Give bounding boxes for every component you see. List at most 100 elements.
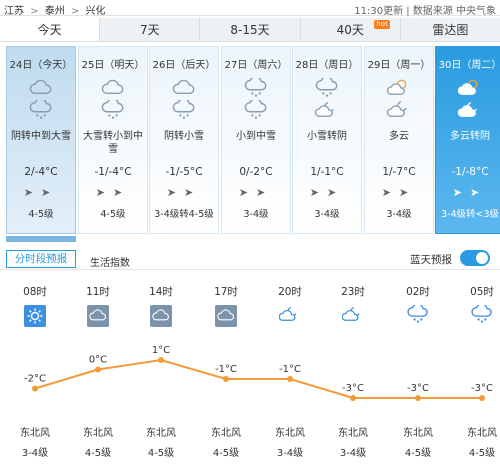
hour-wind-level: 3-4级	[339, 448, 367, 459]
hour-column: 05时	[457, 284, 500, 325]
hour-column: 11时	[73, 284, 123, 327]
hour-wind-direction: 东北风	[338, 428, 368, 439]
day-weather-icon	[28, 78, 54, 98]
temperature-label: 1°C	[152, 345, 170, 356]
hour-time: 14时	[149, 286, 173, 298]
day-date: 26日（后天）	[152, 60, 216, 71]
day-description: 多云转阴	[450, 131, 490, 142]
hour-weather-icon	[24, 305, 46, 327]
hour-wind-direction: 东北风	[467, 428, 497, 439]
day-date: 30日（周二）	[438, 60, 500, 71]
wind-direction-icon: ➤➤	[238, 186, 274, 199]
life-index-tab[interactable]: 生活指数	[90, 254, 130, 269]
day-weather-icon	[171, 78, 197, 98]
temperature-label: -3°C	[471, 383, 493, 394]
tab-40days[interactable]: 40天 hot	[301, 18, 401, 41]
night-weather-icon	[100, 98, 126, 120]
hour-column: 14时	[136, 284, 186, 327]
hour-time: 17时	[214, 286, 238, 298]
day-description: 小雪转阴	[307, 131, 347, 142]
tab-8-15days[interactable]: 8-15天	[200, 18, 301, 41]
tab-label: 雷达图	[432, 23, 469, 37]
day-date: 29日（周一）	[367, 60, 431, 71]
temperature-label: -1°C	[279, 364, 301, 375]
tab-label: 7天	[139, 23, 160, 37]
day-weather-icon	[314, 76, 340, 98]
hour-column: 23时	[328, 284, 378, 325]
hour-wind-level: 4-5级	[468, 448, 496, 459]
day-card[interactable]: 24日（今天） 阴转中到大雪 2/-4°C ➤➤ 4-5级	[6, 46, 76, 234]
day-wind-level: 4-5级	[28, 209, 54, 220]
day-temperature: 1/-1°C	[310, 166, 344, 178]
wind-direction-icon: ➤➤	[309, 186, 345, 199]
temperature-label: -3°C	[407, 383, 429, 394]
sub-tabs: 分时段预报 生活指数 蓝天预报	[0, 246, 500, 270]
breadcrumb-city[interactable]: 泰州	[45, 6, 65, 17]
hour-time: 20时	[278, 286, 302, 298]
hour-time: 02时	[406, 286, 430, 298]
day-weather-icon	[243, 76, 269, 98]
tab-today[interactable]: 今天	[0, 18, 101, 41]
blue-sky-toggle[interactable]	[460, 250, 490, 266]
day-card[interactable]: 30日（周二） 多云转阴 -1/-8°C ➤➤ 3-4级转<3级	[435, 46, 500, 234]
wind-direction-icon: ➤➤	[452, 186, 488, 199]
selected-day-indicator	[6, 236, 76, 242]
day-temperature: -1/-8°C	[451, 166, 489, 178]
day-card[interactable]: 26日（后天） 阴转小雪 -1/-5°C ➤➤ 3-4级转4-5级	[149, 46, 219, 234]
hour-wind-level: 4-5级	[212, 448, 240, 459]
hour-weather-icon	[215, 305, 237, 327]
temperature-point	[287, 376, 293, 382]
night-weather-icon	[171, 98, 197, 120]
day-description: 阴转小雪	[164, 131, 204, 142]
tab-7days[interactable]: 7天	[100, 18, 201, 41]
temperature-point	[223, 376, 229, 382]
hour-wind-direction: 东北风	[20, 428, 50, 439]
hour-column: 02时	[393, 284, 443, 325]
wind-direction-icon: ➤➤	[381, 186, 417, 199]
toggle-knob	[476, 252, 488, 264]
day-temperature: 2/-4°C	[24, 166, 58, 178]
day-date: 25日（明天）	[81, 60, 145, 71]
day-weather-icon	[386, 78, 412, 98]
hour-weather-icon	[150, 305, 172, 327]
day-card[interactable]: 25日（明天） 大雪转小到中雪 -1/-4°C ➤➤ 4-5级	[78, 46, 148, 234]
breadcrumb-province[interactable]: 江苏	[4, 6, 24, 17]
temperature-label: -2°C	[24, 374, 46, 385]
hour-wind-direction: 东北风	[146, 428, 176, 439]
hourly-forecast: -2°C 0°C 1°C -1°C -1°C -3°C -3°C -3°C 08时 东北风 3-4…	[0, 284, 500, 474]
day-card[interactable]: 28日（周日） 小雪转阴 1/-1°C ➤➤ 3-4级	[292, 46, 362, 234]
day-card[interactable]: 27日（周六） 小到中雪 0/-2°C ➤➤ 3-4级	[221, 46, 291, 234]
hour-wind-level: 3-4级	[21, 448, 49, 459]
hour-wind-level: 4-5级	[84, 448, 112, 459]
day-wind-level: 3-4级	[386, 209, 412, 220]
day-card[interactable]: 29日（周一） 多云 1/-7°C ➤➤ 3-4级	[364, 46, 434, 234]
temperature-point	[158, 357, 164, 363]
temperature-point	[350, 395, 356, 401]
daily-forecast: 24日（今天） 阴转中到大雪 2/-4°C ➤➤ 4-5级 25日（明天） 大雪转小到中雪 -…	[0, 46, 500, 242]
blue-sky-forecast-label: 蓝天预报	[410, 254, 452, 266]
top-bar: 江苏 > 泰州 > 兴化 11:30更新 | 数据来源 中央气象	[0, 0, 500, 17]
night-weather-icon	[386, 100, 412, 120]
temperature-point	[479, 395, 485, 401]
forecast-tabs: 今天 7天 8-15天 40天 hot 雷达图	[0, 18, 500, 42]
hour-weather-icon	[341, 305, 364, 325]
hour-weather-icon	[278, 305, 301, 325]
day-wind-level: 3-4级	[314, 209, 340, 220]
day-temperature: -1/-5°C	[165, 166, 203, 178]
hourly-forecast-tab[interactable]: 分时段预报	[6, 250, 76, 268]
temperature-label: 0°C	[89, 355, 107, 366]
night-weather-icon	[243, 98, 269, 120]
update-time: 11:30更新 | 数据来源 中央气象	[354, 6, 496, 17]
day-weather-icon	[457, 78, 483, 98]
hour-wind-direction: 东北风	[403, 428, 433, 439]
breadcrumb-county[interactable]: 兴化	[86, 6, 106, 17]
tab-radar[interactable]: 雷达图	[401, 18, 500, 41]
hour-wind-direction: 东北风	[275, 428, 305, 439]
wind-direction-icon: ➤➤	[23, 186, 59, 199]
day-description: 多云	[389, 131, 409, 142]
temperature-point	[32, 385, 38, 392]
temperature-label: -3°C	[342, 383, 364, 394]
breadcrumb-separator: >	[30, 6, 39, 17]
day-description: 小到中雪	[236, 131, 276, 142]
hour-time: 11时	[86, 286, 110, 298]
